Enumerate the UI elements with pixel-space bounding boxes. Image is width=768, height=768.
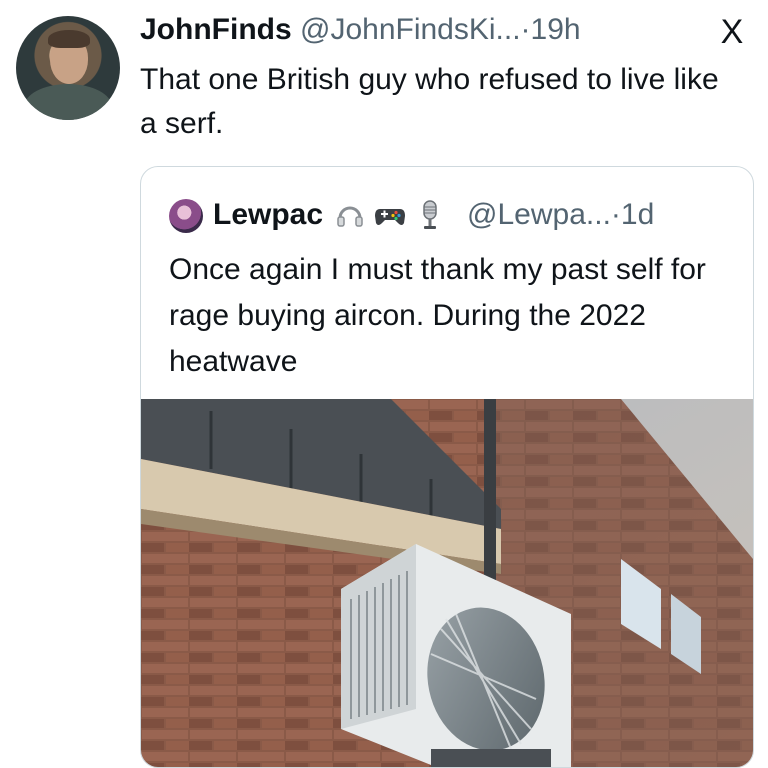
- quoted-post[interactable]: Lewpac @Lewpa... · 1d Once again I must th…: [140, 166, 754, 768]
- post-text: That one British guy who refused to live…: [140, 63, 719, 140]
- quoted-author-handle[interactable]: @Lewpa...: [467, 195, 611, 235]
- quoted-post-header: Lewpac @Lewpa... · 1d: [213, 195, 743, 235]
- author-handle[interactable]: @JohnFindsKi...: [300, 13, 521, 46]
- separator-dot: ·: [520, 13, 531, 46]
- post-header: JohnFinds @JohnFindsKi...·19h: [140, 10, 708, 50]
- quoted-author-avatar[interactable]: [169, 199, 203, 233]
- quoted-separator-dot: ·: [610, 198, 621, 231]
- post-time[interactable]: 19h: [531, 13, 581, 46]
- avatar-uniform: [24, 84, 112, 120]
- author-name[interactable]: JohnFinds: [140, 13, 292, 46]
- avatar-hair: [48, 30, 90, 48]
- quoted-author-name[interactable]: Lewpac: [213, 195, 323, 235]
- author-avatar[interactable]: [16, 16, 120, 120]
- headphones-icon: [333, 198, 367, 232]
- microphone-icon: [413, 198, 447, 232]
- quoted-post-time[interactable]: 1d: [621, 195, 654, 235]
- gamepad-icon: [373, 198, 407, 232]
- quoted-post-text: Once again I must thank my past self for…: [169, 253, 706, 378]
- quoted-post-image[interactable]: [141, 399, 753, 768]
- close-icon[interactable]: X: [712, 12, 752, 52]
